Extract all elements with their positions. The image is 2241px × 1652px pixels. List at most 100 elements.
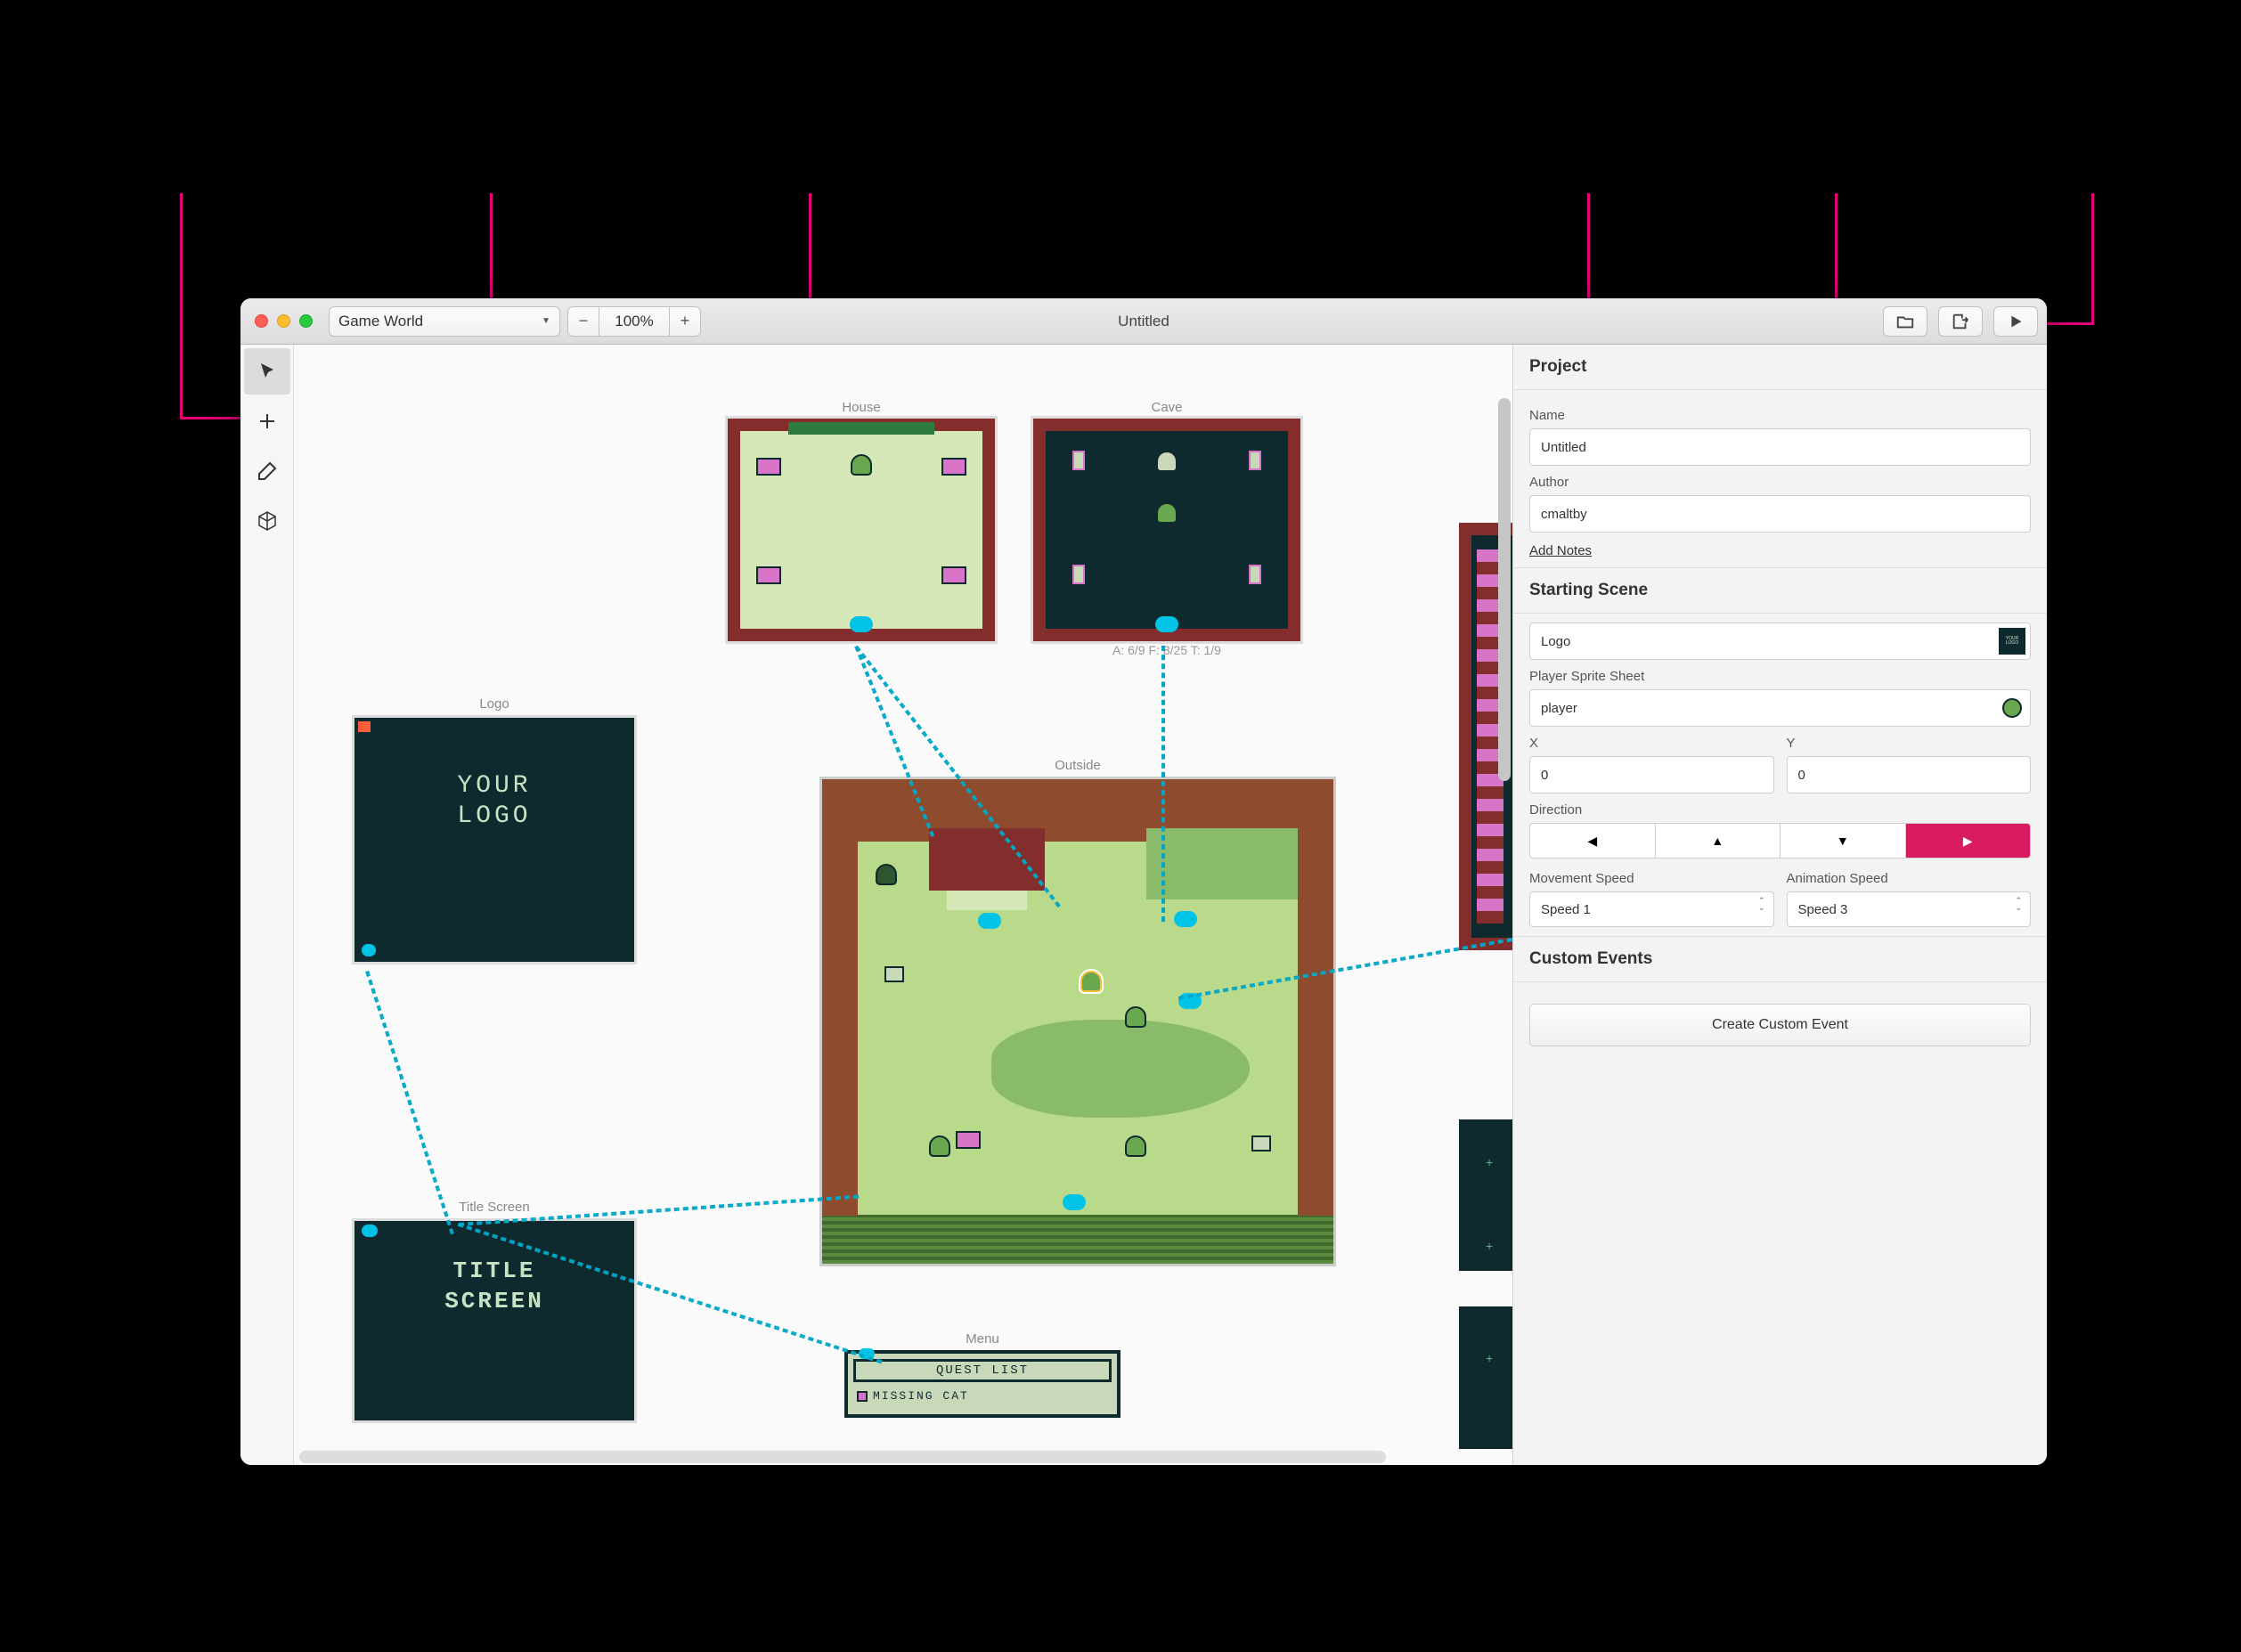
zoom-in-button[interactable]: +: [670, 307, 700, 336]
cursor-icon: [257, 361, 278, 382]
scene-title[interactable]: Title Screen TITLE SCREEN: [352, 1200, 637, 1423]
project-header: Project: [1513, 345, 2047, 390]
collision-tool[interactable]: [244, 498, 290, 544]
h-scrollbar[interactable]: [299, 1451, 1507, 1463]
scene-viewport[interactable]: [728, 419, 995, 641]
erase-tool[interactable]: [244, 448, 290, 494]
terrain-trees: [1298, 842, 1333, 1216]
world-canvas[interactable]: House Cave: [294, 345, 1512, 1465]
dir-down-button[interactable]: ▼: [1781, 824, 1906, 858]
logo-text: YOUR LOGO: [354, 718, 634, 831]
starting-scene-input[interactable]: [1529, 623, 2031, 660]
zoom-out-button[interactable]: −: [568, 307, 599, 336]
v-scrollbar[interactable]: [1498, 398, 1511, 1200]
npc-sprite: [1125, 1006, 1146, 1028]
auto-trigger: [358, 721, 371, 732]
move-speed-label: Movement Speed: [1529, 871, 1774, 886]
sign-sprite: [1251, 1135, 1271, 1152]
torch-sprite: [1249, 451, 1261, 470]
sprite-select[interactable]: [1529, 689, 2031, 727]
scene-menu[interactable]: Menu QUEST LIST MISSING CAT: [844, 1331, 1120, 1418]
scene-connection: [1161, 646, 1165, 922]
custom-events-header: Custom Events: [1513, 937, 2047, 982]
bed-sprite: [756, 458, 781, 476]
close-icon[interactable]: [255, 314, 268, 328]
name-input[interactable]: [1529, 428, 2031, 466]
player-start: [1080, 971, 1102, 992]
window-title: Untitled: [1118, 313, 1169, 330]
pond: [991, 1020, 1250, 1118]
scene-viewport[interactable]: [819, 777, 1336, 1266]
warp-marker: [978, 913, 1001, 929]
npc-sprite: [1156, 502, 1178, 524]
direction-label: Direction: [1529, 802, 2031, 818]
house-wall: [947, 891, 1027, 910]
add-tool[interactable]: [244, 398, 290, 444]
chest-sprite: [1156, 451, 1178, 472]
callout-line: [180, 193, 183, 419]
y-input[interactable]: [1787, 756, 2032, 793]
anim-speed-select[interactable]: Speed 3: [1787, 891, 2032, 927]
scene-viewport[interactable]: [1033, 419, 1300, 641]
scene-viewport[interactable]: YOUR LOGO: [352, 715, 637, 964]
scene-label: House: [728, 400, 995, 415]
play-button[interactable]: [1993, 306, 2038, 337]
folder-button[interactable]: [1883, 306, 1927, 337]
callout-line: [2091, 193, 2094, 325]
scene-connection: [365, 971, 454, 1234]
warp-marker: [1155, 616, 1178, 632]
scene-viewport[interactable]: TITLE SCREEN: [352, 1218, 637, 1423]
add-notes-link[interactable]: Add Notes: [1529, 543, 1592, 558]
scene-cave[interactable]: Cave A: 6/9 F: 8/25 T: 1/9: [1033, 400, 1300, 657]
minimize-icon[interactable]: [277, 314, 290, 328]
bed-sprite: [941, 566, 966, 584]
scene-house[interactable]: House: [728, 400, 995, 641]
scene-logo[interactable]: Logo YOUR LOGO: [352, 696, 637, 964]
scene-label: Cave: [1033, 400, 1300, 415]
direction-buttons: ◀ ▲ ▼ ▶: [1529, 823, 2031, 859]
dir-right-button[interactable]: ▶: [1906, 824, 2031, 858]
cliff: [1146, 828, 1298, 899]
editor-section-select[interactable]: Game World: [329, 306, 560, 337]
warp-marker: [362, 944, 376, 956]
warp-marker: [1174, 911, 1197, 927]
torch-sprite: [1249, 565, 1261, 584]
titlebar: Game World − 100% + Untitled: [240, 298, 2047, 345]
npc-sprite: [929, 1135, 950, 1157]
author-input[interactable]: [1529, 495, 2031, 533]
scene-thumbnail: YOUR LOGO: [1999, 628, 2025, 655]
scene-outside[interactable]: Outside: [819, 758, 1336, 1266]
maximize-icon[interactable]: [299, 314, 313, 328]
folder-icon: [1895, 312, 1915, 331]
name-label: Name: [1529, 408, 2031, 423]
create-event-button[interactable]: Create Custom Event: [1529, 1004, 2031, 1046]
inspector-sidebar: Project Name Author Add Notes Starting S…: [1512, 345, 2047, 1465]
scene-viewport[interactable]: QUEST LIST MISSING CAT: [844, 1350, 1120, 1418]
sign-sprite: [884, 966, 904, 982]
scene-label: Logo: [352, 696, 637, 712]
author-label: Author: [1529, 475, 2031, 490]
scene-stats: A: 6/9 F: 8/25 T: 1/9: [1033, 643, 1300, 657]
starting-scene-select[interactable]: YOUR LOGO: [1529, 623, 2031, 660]
warp-marker: [850, 616, 873, 632]
tool-palette: [240, 345, 294, 1465]
y-label: Y: [1787, 736, 2032, 751]
sprite-input[interactable]: [1529, 689, 2031, 727]
export-icon: [1951, 312, 1970, 331]
cube-icon: [257, 510, 278, 532]
scene-offscreen[interactable]: +: [1459, 1306, 1512, 1449]
x-input[interactable]: [1529, 756, 1774, 793]
move-speed-select[interactable]: Speed 1: [1529, 891, 1774, 927]
npc-sprite: [1125, 1135, 1146, 1157]
eraser-icon: [257, 460, 278, 482]
dir-up-button[interactable]: ▲: [1656, 824, 1781, 858]
dir-left-button[interactable]: ◀: [1530, 824, 1656, 858]
scene-label: Outside: [819, 758, 1336, 773]
select-tool[interactable]: [244, 348, 290, 395]
zoom-level: 100%: [599, 307, 670, 336]
zoom-control: − 100% +: [567, 306, 701, 337]
plus-icon: [257, 411, 278, 432]
export-button[interactable]: [1938, 306, 1983, 337]
app-window: Game World − 100% + Untitled: [240, 298, 2047, 1465]
roof-accent: [788, 422, 933, 435]
